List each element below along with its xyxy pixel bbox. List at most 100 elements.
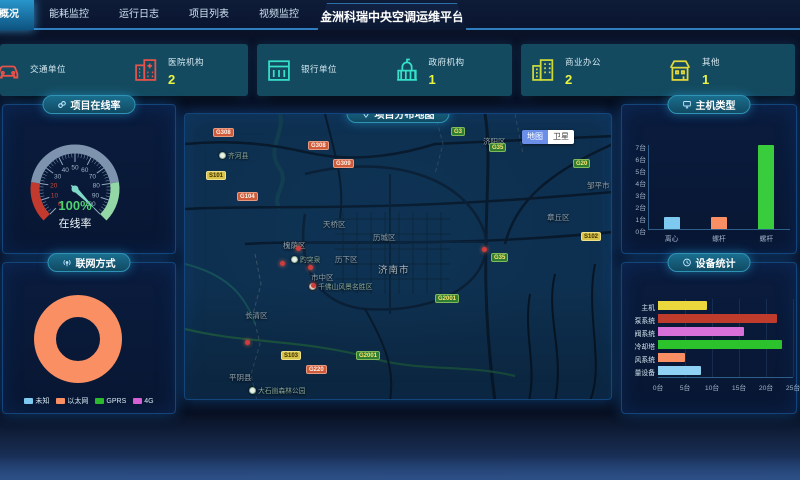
device-stats-chart: 0台5台10台15台20台25台主机泵系统阀系统冷却塔风系统量设备 [622,263,796,413]
svg-text:30: 30 [54,173,62,180]
panel-network-header: 联网方式 [48,253,131,272]
y-tick-label: 1台 [624,214,646,224]
x-tick-label: 5台 [673,382,697,392]
project-marker[interactable] [296,246,301,251]
x-category-label: 螺杆 [699,233,739,243]
panel-network-mode: 联网方式 未知以太网GPRS4G [2,262,176,414]
network-legend: 未知以太网 GPRS 4G [3,396,175,406]
legend-swatch [95,398,104,404]
panel-project-map[interactable]: 项目分布地图 G308G308G309G104S101G3G35G20S102G… [184,113,612,400]
nav-tab-4[interactable]: 视频监控 [244,0,314,30]
nav-tab-3[interactable]: 项目列表 [174,0,244,30]
road-badge: G2001 [356,351,380,360]
x-tick-label: 25台 [781,382,800,392]
page-title: 金洲科瑞中央空调运维平台 [317,3,467,30]
stat-text: 政府机构 1 [429,54,465,87]
x-tick-label: 10台 [700,382,724,392]
stat-card-office-other: 商业办公2 其他 1 [521,44,795,96]
hospital-icon [132,56,160,84]
svg-text:80: 80 [93,183,101,190]
bank-icon [265,56,293,84]
legend-swatch [56,398,65,404]
svg-text:在线率: 在线率 [59,216,92,230]
panel-map-header: 项目分布地图 [347,113,450,123]
online-rate-gauge: 0102030405060708090100100%在线率 [3,105,177,253]
stat-card-bank-government: 银行单位 政府机构 1 [257,44,512,96]
x-gridline [793,299,794,377]
y-tick-label: 4台 [624,178,646,188]
car-icon [0,56,22,84]
legend-label: 未知 [35,396,49,406]
svg-text:100%: 100% [58,198,92,213]
place-label: 天桥区 [323,219,346,230]
y-tick-label: 6台 [624,154,646,164]
legend-item[interactable]: 未知 [24,396,49,406]
hbar-1 [658,314,777,323]
bottom-glow-strip [0,456,800,480]
road-badge: G309 [333,159,354,168]
x-tick-label: 0台 [646,382,670,392]
project-marker[interactable] [245,340,250,345]
nav-tab-2[interactable]: 运行日志 [104,0,174,30]
svg-text:70: 70 [89,173,97,180]
place-label: 济南市 [378,262,410,276]
legend-item[interactable]: 4G [133,396,153,406]
legend-label: GPRS [106,398,126,405]
map-mode-button[interactable]: 地图 [522,130,548,144]
panel-online-rate-header: 项目在线率 [43,95,136,114]
project-marker[interactable] [311,283,316,288]
top-navbar: 概况能耗监控运行日志项目列表视频监控 金洲科瑞中央空调运维平台 [0,0,800,30]
panel-title: 项目在线率 [71,97,121,112]
poi-name: 大石崮森林公园 [258,385,306,395]
nav-tab-0[interactable]: 概况 [0,0,34,30]
panel-device-stats: 设备统计 0台5台10台15台20台25台主机泵系统阀系统冷却塔风系统量设备 [621,262,797,414]
monitor-icon [683,100,692,109]
network-donut-ring [34,295,122,383]
satellite-mode-button[interactable]: 卫星 [548,130,574,144]
panel-title: 联网方式 [76,255,116,270]
stat-item: 医院机构2 [124,44,248,96]
poi-name: 千佛山风景名胜区 [318,281,372,291]
road-badge: G220 [306,365,327,374]
road-badge: G20 [573,159,590,168]
project-marker[interactable] [482,247,487,252]
stat-text: 商业办公2 [565,54,601,87]
nav-tab-1[interactable]: 能耗监控 [34,0,104,30]
bar-0 [664,217,680,229]
panel-host-type: 主机类型 0台1台2台3台4台5台6台7台离心螺杆螺杆 [621,104,797,254]
stat-item: 交通单位 [0,44,124,96]
road-badge: G308 [308,141,329,150]
stat-value: 2 [168,72,204,87]
project-marker[interactable] [280,261,285,266]
legend-item[interactable]: 以太网 [56,396,88,406]
stat-value: 1 [702,72,720,87]
stat-label: 其他 [702,56,720,68]
road-badge: G104 [237,192,258,201]
place-label: 历下区 [335,254,358,265]
road-badge: S101 [206,171,226,180]
panel-host-header: 主机类型 [668,95,751,114]
poi-label: 趵突泉 [291,254,320,264]
road-badge: S102 [581,232,601,241]
row-label: 主机 [622,302,655,312]
poi-label: 大石崮森林公园 [249,385,306,395]
host-type-chart: 0台1台2台3台4台5台6台7台离心螺杆螺杆 [622,105,796,253]
legend-item[interactable]: GPRS [95,396,126,406]
hbar-4 [658,353,685,362]
stat-value: 1 [429,72,465,87]
svg-text:50: 50 [71,165,79,172]
y-tick-label: 2台 [624,202,646,212]
hbar-3 [658,340,782,349]
panel-online-rate: 项目在线率 0102030405060708090100100%在线率 [2,104,176,254]
svg-text:20: 20 [50,183,58,190]
government-icon [393,56,421,84]
place-label: 槐荫区 [283,240,306,251]
stat-item: 其他 1 [658,44,795,96]
road-badge: S103 [281,351,301,360]
y-tick-label: 7台 [624,142,646,152]
stat-label: 银行单位 [301,63,337,75]
x-category-label: 离心 [652,233,692,243]
stat-label: 政府机构 [429,56,465,68]
panel-device-header: 设备统计 [668,253,751,272]
project-marker[interactable] [308,265,313,270]
